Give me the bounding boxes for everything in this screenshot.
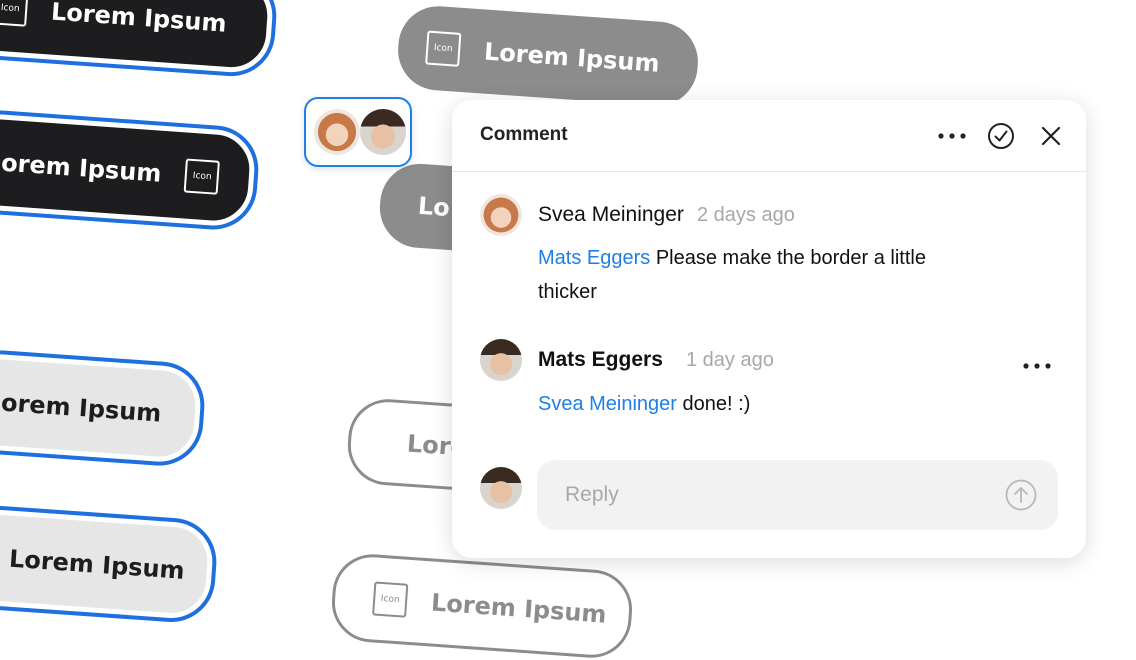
resolve-button[interactable]: [985, 120, 1017, 152]
more-icon: [1023, 363, 1051, 369]
comment-panel: Comment Svea Meininger 2 days ago Mats E…: [452, 100, 1086, 558]
pill-label: orem Ipsum: [0, 388, 163, 428]
comment-more-button[interactable]: [1021, 350, 1053, 382]
comment-author: Svea Meininger: [538, 203, 684, 226]
more-icon: [938, 133, 966, 139]
canvas-pill-light-2[interactable]: Lorem Ipsum: [0, 507, 216, 621]
mention-link[interactable]: Mats Eggers: [538, 247, 650, 269]
reply-input[interactable]: [537, 460, 997, 530]
canvas-pill-dark-2[interactable]: orem Ipsum Icon: [0, 111, 257, 229]
panel-title: Comment: [480, 124, 568, 145]
comment-time: 1 day ago: [686, 349, 774, 371]
canvas-pill-dark-1[interactable]: Icon Lorem Ipsum: [0, 0, 275, 75]
pill-label: Lo: [417, 191, 451, 222]
placeholder-icon: Icon: [184, 158, 221, 195]
canvas-pill-outline-2[interactable]: Icon Lorem Ipsum: [329, 551, 635, 660]
reply-avatar: [480, 467, 522, 509]
placeholder-icon: Icon: [0, 0, 29, 27]
comment-time: 2 days ago: [697, 204, 795, 226]
comment-author: Mats Eggers: [538, 348, 663, 371]
panel-header: Comment: [452, 100, 1086, 172]
placeholder-icon: Icon: [425, 30, 462, 67]
comment-body: Mats Eggers Please make the border a lit…: [538, 241, 938, 309]
send-button[interactable]: [1005, 479, 1037, 511]
reply-box: [537, 460, 1058, 530]
more-options-button[interactable]: [936, 120, 968, 152]
pill-label: orem Ipsum: [0, 148, 163, 188]
placeholder-icon: Icon: [372, 581, 409, 618]
comment-text: done! :): [676, 393, 751, 415]
mention-link[interactable]: Svea Meininger: [538, 393, 677, 415]
pill-label: Lorem Ipsum: [430, 588, 608, 629]
pill-label: Lorem Ipsum: [50, 0, 228, 38]
avatar-mats: [360, 109, 406, 155]
comment-avatar-mats: [480, 339, 522, 381]
canvas-pill-grey-1[interactable]: Icon Lorem Ipsum: [395, 3, 701, 109]
avatar-svea: [314, 109, 360, 155]
comment-thread-pin[interactable]: [304, 97, 412, 167]
canvas-pill-light-1[interactable]: orem Ipsum: [0, 351, 204, 465]
close-icon: [1041, 126, 1061, 146]
send-arrow-icon: [1005, 479, 1037, 511]
check-circle-icon: [988, 123, 1014, 149]
pill-label: Lorem Ipsum: [483, 37, 661, 78]
comment-avatar-svea: [480, 194, 522, 236]
pill-label: Lorem Ipsum: [8, 544, 186, 585]
close-button[interactable]: [1035, 120, 1067, 152]
comment-body: Svea Meininger done! :): [538, 387, 938, 421]
